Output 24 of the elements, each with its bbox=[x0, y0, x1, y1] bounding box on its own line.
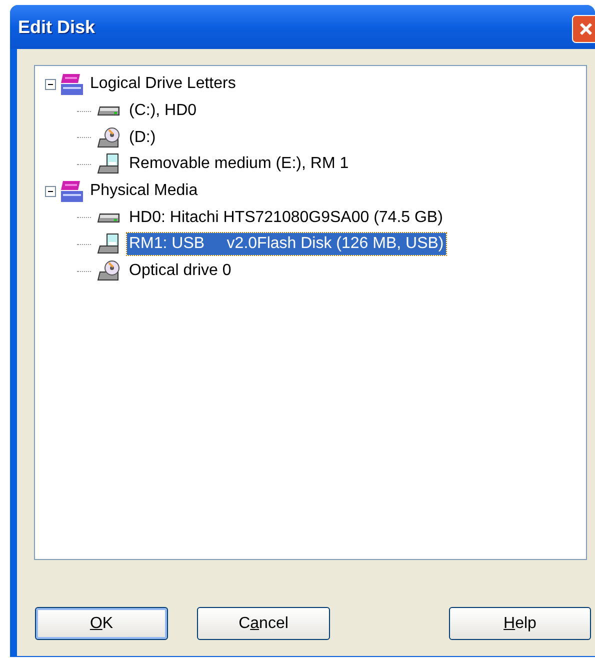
optical-drive-icon bbox=[97, 126, 121, 149]
close-button[interactable] bbox=[572, 15, 595, 43]
hex-logo-icon bbox=[60, 179, 84, 204]
tree-item[interactable]: Removable medium (E:), RM 1 bbox=[127, 153, 351, 176]
optical-drive-icon bbox=[97, 260, 121, 282]
removable-drive-icon bbox=[97, 233, 121, 256]
hard-drive-icon bbox=[97, 210, 121, 225]
dialog-button[interactable]: OK bbox=[35, 607, 168, 640]
tree-item[interactable]: Logical Drive Letters bbox=[88, 73, 238, 96]
hard-drive-icon bbox=[97, 104, 121, 118]
tree-item[interactable]: Optical drive 0 bbox=[127, 260, 234, 282]
tree-item[interactable]: (D:) bbox=[127, 126, 158, 149]
tree-item[interactable]: Physical Media bbox=[88, 180, 200, 202]
tree-item[interactable]: HD0: Hitachi HTS721080G9SA00 (74.5 GB) bbox=[127, 206, 445, 229]
tree-item[interactable]: (C:), HD0 bbox=[127, 100, 199, 122]
dialog-button[interactable]: Cancel bbox=[197, 607, 330, 640]
tree-item[interactable]: RM1: USB v2.0Flash Disk (126 MB, USB) bbox=[127, 233, 446, 256]
hex-logo-icon bbox=[60, 72, 84, 96]
collapse-toggle[interactable] bbox=[45, 78, 56, 90]
removable-drive-icon bbox=[97, 153, 121, 176]
window-title: Edit Disk bbox=[18, 16, 96, 38]
dialog-button[interactable]: Help bbox=[449, 607, 591, 640]
close-icon bbox=[578, 21, 594, 37]
collapse-toggle[interactable] bbox=[45, 186, 56, 197]
